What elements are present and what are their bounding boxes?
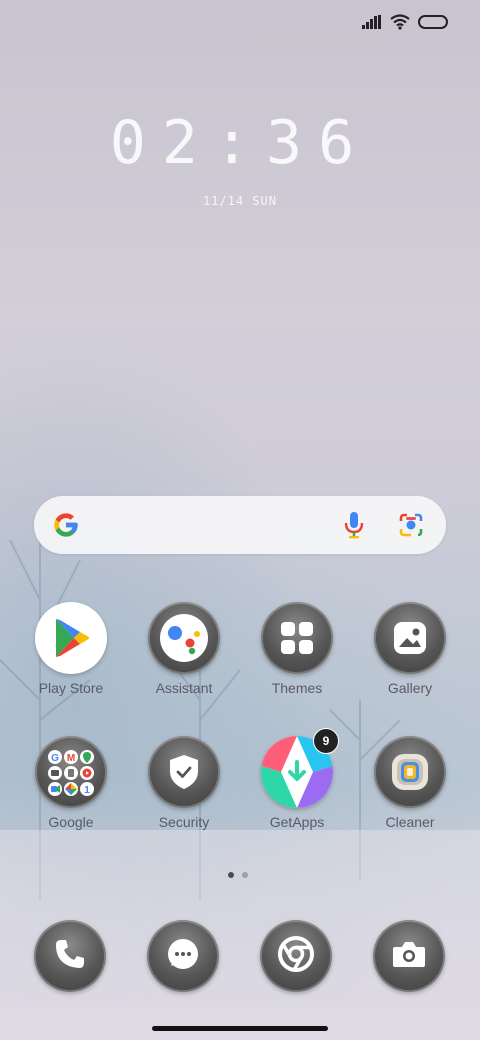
- app-label: Assistant: [155, 680, 213, 696]
- clock-widget[interactable]: 02:36: [0, 108, 480, 178]
- play-store-icon: [35, 602, 107, 674]
- app-gallery[interactable]: Gallery: [360, 602, 460, 696]
- page-dot[interactable]: [228, 872, 234, 878]
- cleaner-icon: [374, 736, 446, 808]
- dock-phone[interactable]: [34, 920, 106, 992]
- svg-text:G: G: [51, 753, 59, 764]
- getapps-icon: 9: [261, 728, 339, 808]
- app-security[interactable]: Security: [134, 736, 234, 830]
- page-indicator[interactable]: [228, 872, 248, 878]
- battery-icon: [418, 14, 450, 35]
- dock-chrome[interactable]: [260, 920, 332, 992]
- google-logo-icon: [52, 511, 80, 544]
- signal-icon: [362, 15, 382, 34]
- app-label: Gallery: [387, 680, 433, 696]
- status-bar: [362, 14, 450, 35]
- camera-icon: [391, 939, 427, 974]
- voice-search-icon[interactable]: [342, 510, 366, 545]
- google-folder-icon: G M 1: [35, 736, 107, 808]
- security-icon: [148, 736, 220, 808]
- messages-icon: [165, 936, 201, 977]
- app-getapps[interactable]: 9 GetApps: [247, 728, 347, 830]
- home-indicator[interactable]: [152, 1026, 328, 1031]
- assistant-icon: [148, 602, 220, 674]
- chrome-icon: [277, 935, 315, 978]
- app-label: Themes: [271, 680, 323, 696]
- page-dot[interactable]: [242, 872, 248, 878]
- svg-text:1: 1: [84, 785, 90, 796]
- app-label: Security: [158, 814, 210, 830]
- app-label: Google: [48, 814, 94, 830]
- google-search-bar[interactable]: [34, 496, 446, 554]
- app-assistant[interactable]: Assistant: [134, 602, 234, 696]
- themes-icon: [261, 602, 333, 674]
- gallery-icon: [374, 602, 446, 674]
- svg-text:M: M: [67, 753, 75, 764]
- dock-messages[interactable]: [147, 920, 219, 992]
- date-label: 11/14 SUN: [202, 194, 278, 208]
- app-label: GetApps: [269, 814, 325, 830]
- dock-camera[interactable]: [373, 920, 445, 992]
- folder-google[interactable]: G M 1 Google: [21, 736, 121, 830]
- app-cleaner[interactable]: Cleaner: [360, 736, 460, 830]
- app-label: Cleaner: [385, 814, 435, 830]
- phone-icon: [53, 937, 87, 976]
- wifi-icon: [390, 14, 410, 35]
- google-lens-icon[interactable]: [398, 512, 424, 543]
- app-play-store[interactable]: Play Store: [21, 602, 121, 696]
- app-label: Play Store: [38, 680, 104, 696]
- app-themes[interactable]: Themes: [247, 602, 347, 696]
- notification-badge: 9: [313, 728, 339, 754]
